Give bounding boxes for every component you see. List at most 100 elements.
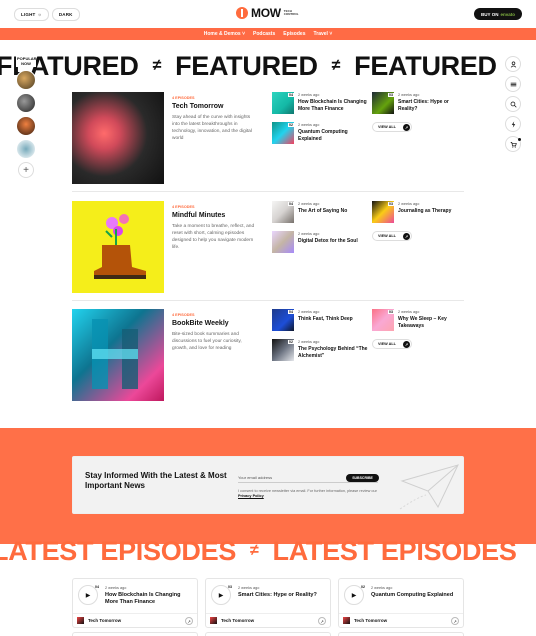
episode-card-partial (72, 632, 198, 636)
marquee-word: FEATURED (354, 50, 497, 81)
newsletter-box: Stay Informed With the Latest & Most Imp… (72, 456, 464, 514)
episode-title[interactable]: Think Fast, Think Deep (298, 316, 368, 323)
show-name[interactable]: Tech Tomorrow (88, 618, 121, 623)
episode-date: 2 weeks ago (238, 586, 260, 590)
consent-text: I consent to receive newsletter via emai… (238, 489, 388, 499)
show-description: Bite-sized book summaries and discussion… (172, 332, 242, 351)
view-all-button[interactable]: VIEW ALL ↗ (372, 231, 412, 241)
episode-card[interactable]: ▶ 02 2 weeks ago Quantum Computing Expla… (338, 578, 464, 628)
episode-number: 02 (288, 123, 294, 127)
show-name[interactable]: Tech Tomorrow (221, 618, 254, 623)
show-title[interactable]: BookBite Weekly (172, 320, 256, 327)
episode-item[interactable]: 02 2 weeks ago Quantum Computing Explain… (272, 122, 366, 144)
episode-number: 03 (388, 202, 394, 206)
episode-date: 2 weeks ago (398, 93, 420, 97)
avatar[interactable] (16, 116, 36, 136)
episode-item[interactable]: 04 2 weeks ago Think Fast, Think Deep (272, 309, 366, 331)
episode-item[interactable]: 04 2 weeks ago The Art of Saying No (272, 201, 366, 223)
episode-date: 2 weeks ago (298, 232, 320, 236)
episode-item[interactable]: 03 2 weeks ago Why We Sleep – Key Takeaw… (372, 309, 466, 331)
episode-title[interactable]: How Blockchain Is Changing More Than Fin… (105, 592, 193, 606)
search-icon[interactable] (505, 96, 521, 112)
show-cover-image[interactable] (72, 309, 164, 401)
view-all-button[interactable]: VIEW ALL ↗ (372, 339, 412, 349)
show-cover-image[interactable] (72, 201, 164, 293)
episode-title[interactable]: Journaling as Therapy (398, 208, 468, 215)
dark-mode-button[interactable]: DARK (51, 8, 80, 21)
sun-icon: ☼ (37, 12, 42, 17)
nav-item-episodes[interactable]: Episodes (283, 31, 305, 37)
avatar[interactable] (16, 139, 36, 159)
nav-item-home[interactable]: Home & Demos ˅ (204, 31, 245, 37)
episode-title[interactable]: Quantum Computing Explained (371, 592, 459, 599)
show-title[interactable]: Tech Tomorrow (172, 103, 256, 110)
theme-toggle: LIGHT ☼ DARK (14, 8, 80, 21)
show-cover-image[interactable] (72, 92, 164, 184)
cart-badge (518, 138, 521, 141)
menu-icon[interactable] (505, 76, 521, 92)
episode-number: 03 (228, 585, 232, 589)
episode-number: 04 (288, 93, 294, 97)
episode-item[interactable]: 04 2 weeks ago How Blockchain Is Changin… (272, 92, 368, 114)
avatar[interactable] (16, 93, 36, 113)
show-description: Stay ahead of the curve with insights in… (172, 115, 252, 141)
show-name[interactable]: Tech Tomorrow (354, 618, 387, 623)
episode-title[interactable]: Why We Sleep – Key Takeaways (398, 316, 468, 329)
privacy-policy-link[interactable]: Privacy Policy (238, 494, 264, 498)
episode-title[interactable]: The Art of Saying No (298, 208, 368, 215)
logo-subtitle: TECH CONTROL (283, 8, 299, 16)
arrow-right-icon: ↗ (403, 341, 410, 348)
episode-count: 4 EPISODES (172, 205, 195, 209)
main-nav: Home & Demos ˅ Podcasts Episodes Travel … (0, 28, 536, 40)
buy-on-envato-button[interactable]: BUY ON envato (474, 8, 522, 20)
avatar[interactable] (16, 70, 36, 90)
envato-brand: envato (500, 11, 515, 17)
add-icon[interactable]: + (18, 162, 34, 178)
marquee-separator: ≠ (331, 57, 341, 74)
episode-title[interactable]: Digital Detox for the Soul (298, 238, 368, 245)
episode-title[interactable]: Smart Cities: Hype or Reality? (238, 592, 326, 599)
show-info: 4 EPISODES Tech Tomorrow Stay ahead of t… (172, 96, 256, 142)
newsletter-title: Stay Informed With the Latest & Most Imp… (85, 471, 227, 490)
view-all-button[interactable]: VIEW ALL ↗ (372, 122, 412, 132)
episode-date: 2 weeks ago (105, 586, 127, 590)
episode-title[interactable]: The Psychology Behind “The Alchemist” (298, 346, 368, 359)
arrow-right-icon[interactable]: ↗ (451, 617, 459, 625)
episode-item[interactable]: 03 2 weeks ago Smart Cities: Hype or Rea… (372, 92, 466, 114)
featured-show-row: 4 EPISODES BookBite Weekly Bite-sized bo… (72, 309, 464, 401)
nav-item-travel[interactable]: Travel ˅ (313, 31, 332, 37)
episode-number: 04 (95, 585, 99, 589)
show-title[interactable]: Mindful Minutes (172, 212, 256, 219)
arrow-right-icon: ↗ (403, 124, 410, 131)
episode-item[interactable]: 03 2 weeks ago Journaling as Therapy (372, 201, 466, 223)
episode-item[interactable]: 02 2 weeks ago The Psychology Behind “Th… (272, 339, 368, 361)
right-toolbar (505, 56, 521, 152)
marquee-word: LATEST EPISODES (272, 535, 517, 566)
show-thumbnail (77, 617, 84, 624)
featured-show-row: 4 EPISODES Mindful Minutes Take a moment… (72, 201, 464, 293)
episode-title[interactable]: Smart Cities: Hype or Reality? (398, 99, 468, 112)
site-logo[interactable]: MOW TECH CONTROL (236, 6, 299, 20)
episode-title[interactable]: How Blockchain Is Changing More Than Fin… (298, 99, 368, 112)
episode-item[interactable]: 2 weeks ago Digital Detox for the Soul (272, 231, 366, 253)
abstract-shape-illustration (92, 319, 138, 389)
episode-card[interactable]: ▶ 04 2 weeks ago How Blockchain Is Chang… (72, 578, 198, 628)
episode-card[interactable]: ▶ 03 2 weeks ago Smart Cities: Hype or R… (205, 578, 331, 628)
episode-date: 2 weeks ago (298, 340, 320, 344)
bolt-icon[interactable] (505, 116, 521, 132)
arrow-right-icon[interactable]: ↗ (185, 617, 193, 625)
marquee-separator: ≠ (152, 57, 162, 74)
episode-number: 03 (388, 310, 394, 314)
marquee-separator: ≠ (250, 542, 259, 559)
user-icon[interactable] (505, 56, 521, 72)
subscribe-button[interactable]: SUBSCRIBE (346, 474, 379, 482)
episode-date: 2 weeks ago (371, 586, 393, 590)
arrow-right-icon[interactable]: ↗ (318, 617, 326, 625)
view-all-label: VIEW ALL (378, 234, 396, 238)
cart-icon[interactable] (505, 136, 521, 152)
nav-item-podcasts[interactable]: Podcasts (253, 31, 275, 37)
episode-title[interactable]: Quantum Computing Explained (298, 129, 368, 142)
episode-card-footer: Tech Tomorrow ↗ (206, 613, 330, 627)
light-mode-button[interactable]: LIGHT ☼ (14, 8, 49, 21)
row-divider (72, 300, 464, 301)
